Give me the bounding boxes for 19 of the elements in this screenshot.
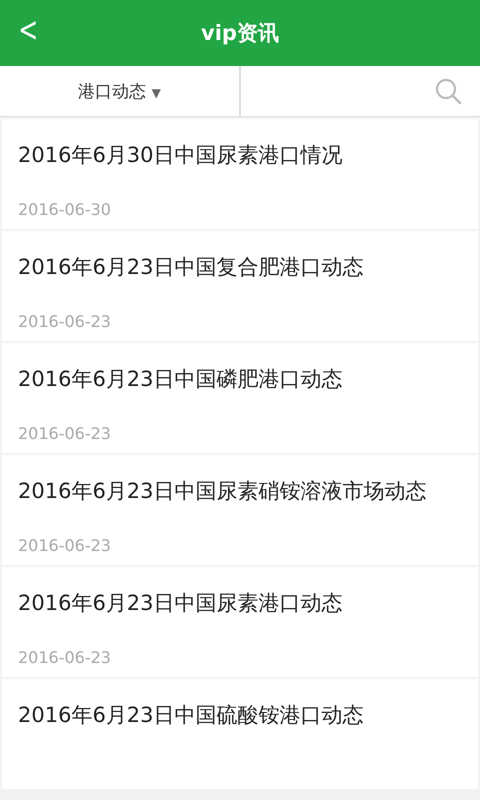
article-title: 2016年6月30日中国尿素港口情况 <box>18 142 344 169</box>
article-date: 2016-06-30 <box>18 200 112 219</box>
article-item[interactable]: 2016年6月23日中国尿素港口动态 2016-06-23 <box>2 567 478 677</box>
article-title: 2016年6月23日中国磷肥港口动态 <box>18 366 344 393</box>
article-item[interactable]: 2016年6月30日中国尿素港口情况 2016-06-30 <box>2 119 478 229</box>
article-date: 2016-06-23 <box>18 312 112 331</box>
article-item[interactable]: 2016年6月23日中国硫酸铵港口动态 <box>2 679 478 789</box>
article-item[interactable]: 2016年6月23日中国复合肥港口动态 2016-06-23 <box>2 231 478 341</box>
article-item[interactable]: 2016年6月23日中国尿素硝铵溶液市场动态 2016-06-23 <box>2 455 478 565</box>
article-title: 2016年6月23日中国硫酸铵港口动态 <box>18 702 365 729</box>
page-title: vip资讯 <box>201 20 279 47</box>
article-title: 2016年6月23日中国尿素港口动态 <box>18 590 344 617</box>
article-item[interactable]: 2016年6月23日中国磷肥港口动态 2016-06-23 <box>2 343 478 453</box>
article-title: 2016年6月23日中国复合肥港口动态 <box>18 254 365 281</box>
search-icon <box>434 77 462 105</box>
article-title: 2016年6月23日中国尿素硝铵溶液市场动态 <box>18 478 428 505</box>
article-date: 2016-06-23 <box>18 536 112 555</box>
article-date: 2016-06-23 <box>18 424 112 443</box>
article-date: 2016-06-23 <box>18 648 112 667</box>
